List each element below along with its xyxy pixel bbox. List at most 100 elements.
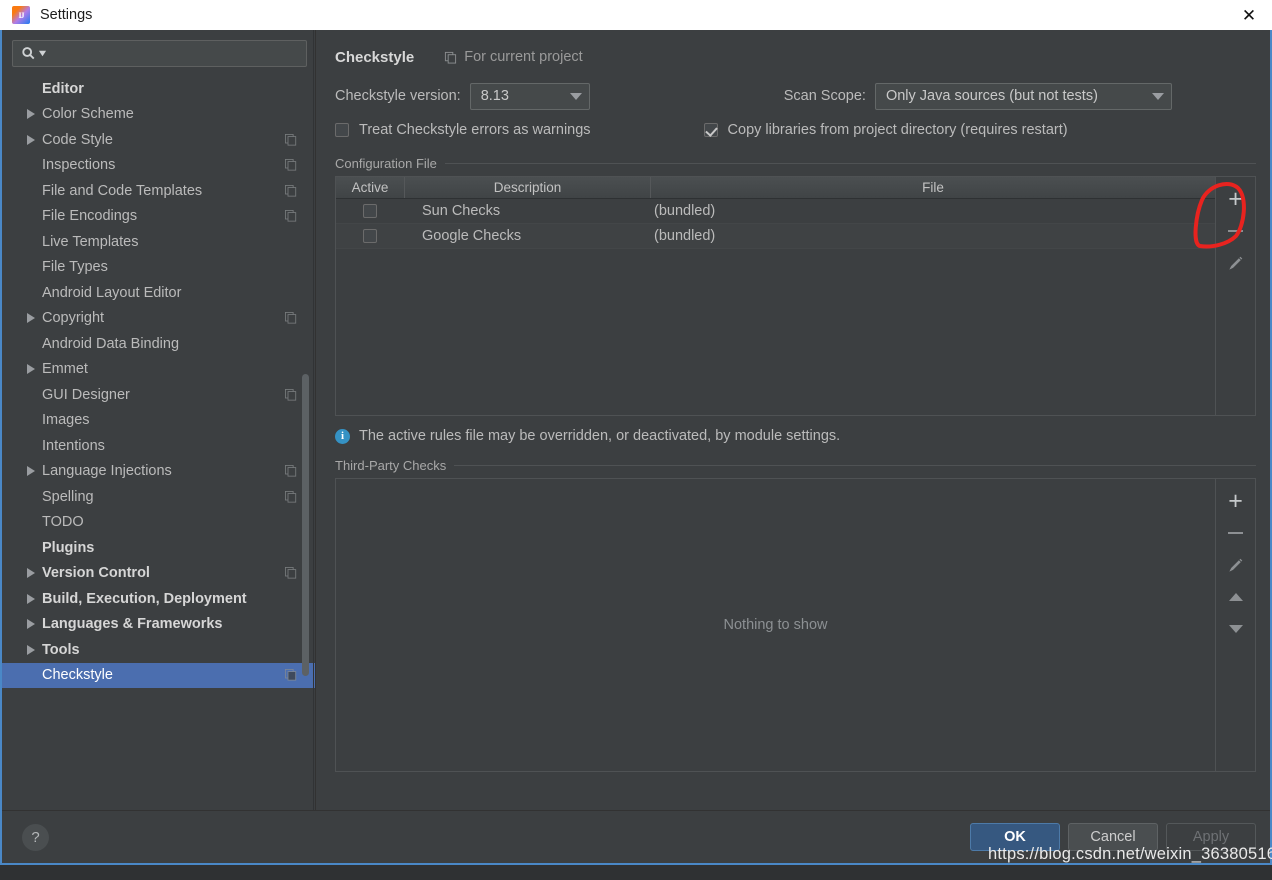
checkstyle-version-combo[interactable]: 8.13 xyxy=(469,82,590,110)
remove-third-party-button[interactable] xyxy=(1220,517,1252,549)
file-cell: (bundled) xyxy=(654,203,716,219)
sidebar-item-todo[interactable]: TODO xyxy=(2,510,315,536)
treat-errors-checkbox[interactable] xyxy=(335,123,349,137)
sidebar-item-label: Images xyxy=(42,412,90,429)
sidebar-item-android-layout-editor[interactable]: Android Layout Editor xyxy=(2,280,315,306)
sidebar-item-images[interactable]: Images xyxy=(2,408,315,434)
chevron-down-icon[interactable] xyxy=(563,92,589,100)
copy-icon xyxy=(445,51,457,64)
dialog-buttons: OK Cancel Apply xyxy=(970,823,1256,851)
sidebar-item-label: Copyright xyxy=(42,310,105,327)
sidebar-item-file-types[interactable]: File Types xyxy=(2,255,315,281)
search-input[interactable] xyxy=(51,46,301,61)
scan-scope-combo[interactable]: Only Java sources (but not tests) xyxy=(874,82,1172,110)
column-header-description[interactable]: Description xyxy=(404,177,650,198)
sidebar-item-build-execution-deployment[interactable]: Build, Execution, Deployment xyxy=(2,586,315,612)
help-button[interactable]: ? xyxy=(22,823,49,851)
configuration-table: Active Description File Sun Checks (bundl… xyxy=(335,176,1216,416)
sidebar-item-gui-designer[interactable]: GUI Designer xyxy=(2,382,315,408)
sidebar-item-plugins[interactable]: Plugins xyxy=(2,535,315,561)
window-titlebar: IJ Settings ✕ xyxy=(0,0,1272,30)
row-active-checkbox[interactable] xyxy=(363,204,377,218)
chevron-right-icon[interactable] xyxy=(24,567,37,580)
treat-errors-as-warnings-row[interactable]: Treat Checkstyle errors as warnings xyxy=(335,115,591,145)
move-up-button[interactable] xyxy=(1220,581,1252,613)
project-scope-note: For current project xyxy=(444,49,583,65)
scan-scope-label: Scan Scope: xyxy=(783,88,866,104)
version-and-scope-row: Checkstyle version: 8.13 Scan Scope: Onl… xyxy=(335,78,1256,114)
copy-icon xyxy=(285,567,297,579)
sidebar-item-languages-frameworks[interactable]: Languages & Frameworks xyxy=(2,612,315,638)
sidebar-item-copyright[interactable]: Copyright xyxy=(2,306,315,332)
column-header-file[interactable]: File xyxy=(650,177,1215,198)
chevron-right-icon[interactable] xyxy=(24,643,37,656)
close-icon[interactable]: ✕ xyxy=(1226,0,1272,30)
add-configuration-button[interactable]: + xyxy=(1220,183,1252,215)
column-header-active[interactable]: Active xyxy=(336,177,404,198)
sidebar-item-tools[interactable]: Tools xyxy=(2,637,315,663)
sidebar-item-inspections[interactable]: Inspections xyxy=(2,153,315,179)
sidebar-item-label: Color Scheme xyxy=(42,106,134,123)
add-third-party-button[interactable]: + xyxy=(1220,485,1252,517)
sidebar-item-file-encodings[interactable]: File Encodings xyxy=(2,204,315,230)
sidebar-item-label: Language Injections xyxy=(42,463,172,480)
sidebar-item-android-data-binding[interactable]: Android Data Binding xyxy=(2,331,315,357)
sidebar-item-color-scheme[interactable]: Color Scheme xyxy=(2,102,315,128)
edit-configuration-button[interactable] xyxy=(1220,247,1252,279)
sidebar-scrollbar-thumb[interactable] xyxy=(302,374,309,676)
sidebar-item-label: Android Layout Editor xyxy=(42,284,182,301)
third-party-checks-group: Third-Party Checks Nothing to show + xyxy=(335,458,1256,772)
logo-text: IJ xyxy=(18,10,24,20)
active-cell[interactable] xyxy=(336,204,404,218)
cancel-button[interactable]: Cancel xyxy=(1068,823,1158,851)
sidebar-item-version-control[interactable]: Version Control xyxy=(2,561,315,587)
sidebar-item-language-injections[interactable]: Language Injections xyxy=(2,459,315,485)
intellij-logo-icon: IJ xyxy=(12,6,30,24)
checkbox-row: Treat Checkstyle errors as warnings Copy… xyxy=(335,114,1256,146)
chevron-down-icon[interactable] xyxy=(38,49,47,58)
sidebar-item-file-and-code-templates[interactable]: File and Code Templates xyxy=(2,178,315,204)
settings-sidebar: Editor Color Scheme Code Style Inspections F… xyxy=(2,30,316,810)
sidebar-item-label: Version Control xyxy=(42,565,150,582)
chevron-right-icon[interactable] xyxy=(24,108,37,121)
sidebar-item-editor[interactable]: Editor xyxy=(2,76,315,102)
copy-libraries-row[interactable]: Copy libraries from project directory (r… xyxy=(703,115,1068,145)
table-row[interactable]: Google Checks (bundled) xyxy=(336,224,1215,249)
copy-icon xyxy=(285,159,297,171)
info-message-row: i The active rules file may be overridde… xyxy=(335,428,1256,444)
sidebar-item-live-templates[interactable]: Live Templates xyxy=(2,229,315,255)
configuration-file-label: Configuration File xyxy=(335,156,437,171)
third-party-group-title: Third-Party Checks xyxy=(335,458,1256,473)
chevron-right-icon[interactable] xyxy=(24,465,37,478)
panel-header: Checkstyle For current project xyxy=(335,42,1256,72)
table-body: Sun Checks (bundled) Google Checks (bundled… xyxy=(336,199,1215,249)
sidebar-item-label: TODO xyxy=(42,514,84,531)
sidebar-item-intentions[interactable]: Intentions xyxy=(2,433,315,459)
sidebar-item-spelling[interactable]: Spelling xyxy=(2,484,315,510)
dialog-footer: ? OK Cancel Apply xyxy=(2,810,1270,863)
copy-libraries-checkbox[interactable] xyxy=(703,123,718,137)
sidebar-item-label: Languages & Frameworks xyxy=(42,616,223,633)
chevron-right-icon[interactable] xyxy=(24,312,37,325)
chevron-right-icon[interactable] xyxy=(24,133,37,146)
sidebar-item-emmet[interactable]: Emmet xyxy=(2,357,315,383)
copy-libraries-label: Copy libraries from project directory (r… xyxy=(727,122,1068,138)
remove-configuration-button[interactable] xyxy=(1220,215,1252,247)
table-row[interactable]: Sun Checks (bundled) xyxy=(336,199,1215,224)
search-box[interactable] xyxy=(12,40,307,67)
row-active-checkbox[interactable] xyxy=(363,229,377,243)
active-cell[interactable] xyxy=(336,229,404,243)
edit-third-party-button[interactable] xyxy=(1220,549,1252,581)
sidebar-item-checkstyle[interactable]: Checkstyle xyxy=(2,662,315,688)
chevron-right-icon[interactable] xyxy=(24,363,37,376)
chevron-right-icon[interactable] xyxy=(24,592,37,605)
ok-button[interactable]: OK xyxy=(970,823,1060,851)
chevron-down-icon[interactable] xyxy=(1145,92,1171,100)
move-down-button[interactable] xyxy=(1220,613,1252,645)
sidebar-item-code-style[interactable]: Code Style xyxy=(2,127,315,153)
chevron-right-icon[interactable] xyxy=(24,618,37,631)
copy-icon xyxy=(285,312,297,324)
description-cell: Sun Checks xyxy=(422,203,501,219)
treat-errors-label: Treat Checkstyle errors as warnings xyxy=(359,122,591,138)
configuration-file-group-title: Configuration File xyxy=(335,156,1256,171)
